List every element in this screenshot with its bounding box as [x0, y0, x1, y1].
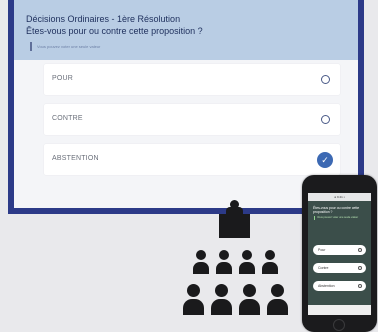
person-icon — [187, 284, 200, 297]
person-icon — [242, 250, 252, 260]
home-button-icon[interactable] — [333, 319, 345, 331]
phone-option-contre[interactable]: Contre — [313, 263, 366, 273]
option-label: POUR — [52, 75, 74, 82]
question-header: Décisions Ordinaires - 1ère Résolution Ê… — [14, 0, 358, 60]
phone-screen: ● 9:41 ▪ Êtes-vous pour ou contre cette … — [308, 193, 371, 315]
person-icon — [215, 284, 228, 297]
person-icon — [216, 262, 232, 274]
radio-icon[interactable] — [358, 284, 362, 288]
option-label: Contre — [318, 266, 329, 270]
option-abstention[interactable]: ABSTENTION ✓ — [44, 144, 340, 175]
option-label: ABSTENTION — [52, 155, 99, 162]
person-icon — [265, 250, 275, 260]
person-icon — [219, 250, 229, 260]
phone-vote-hint: Vous pouvez voter une seule valeur — [314, 216, 367, 220]
radio-icon[interactable] — [358, 248, 362, 252]
radio-icon[interactable] — [321, 115, 330, 124]
person-icon — [211, 299, 232, 315]
podium-icon — [219, 214, 250, 238]
option-pour[interactable]: POUR — [44, 64, 340, 95]
option-label: Abstention — [318, 284, 335, 288]
phone-option-abstention[interactable]: Abstention — [313, 281, 366, 291]
option-label: CONTRE — [52, 115, 83, 122]
option-contre[interactable]: CONTRE — [44, 104, 340, 135]
question-text: Êtes-vous pour ou contre cette propositi… — [26, 26, 203, 36]
resolution-title: Décisions Ordinaires - 1ère Résolution — [26, 14, 181, 24]
phone-status-bar: ● 9:41 ▪ — [308, 193, 371, 201]
smartphone: ● 9:41 ▪ Êtes-vous pour ou contre cette … — [302, 175, 377, 332]
option-label: Pour — [318, 248, 326, 252]
person-icon — [183, 299, 204, 315]
radio-icon[interactable] — [321, 75, 330, 84]
phone-option-pour[interactable]: Pour — [313, 245, 366, 255]
person-icon — [239, 262, 255, 274]
person-icon — [243, 284, 256, 297]
phone-toolbar — [308, 305, 371, 315]
check-icon[interactable]: ✓ — [317, 152, 333, 168]
person-icon — [271, 284, 284, 297]
phone-question-text: Êtes-vous pour ou contre cette propositi… — [313, 206, 360, 215]
person-icon — [267, 299, 288, 315]
radio-icon[interactable] — [358, 266, 362, 270]
person-icon — [239, 299, 260, 315]
person-icon — [262, 262, 278, 274]
person-icon — [193, 262, 209, 274]
person-icon — [196, 250, 206, 260]
vote-hint: Vous pouvez voter une seule valeur — [30, 42, 237, 51]
